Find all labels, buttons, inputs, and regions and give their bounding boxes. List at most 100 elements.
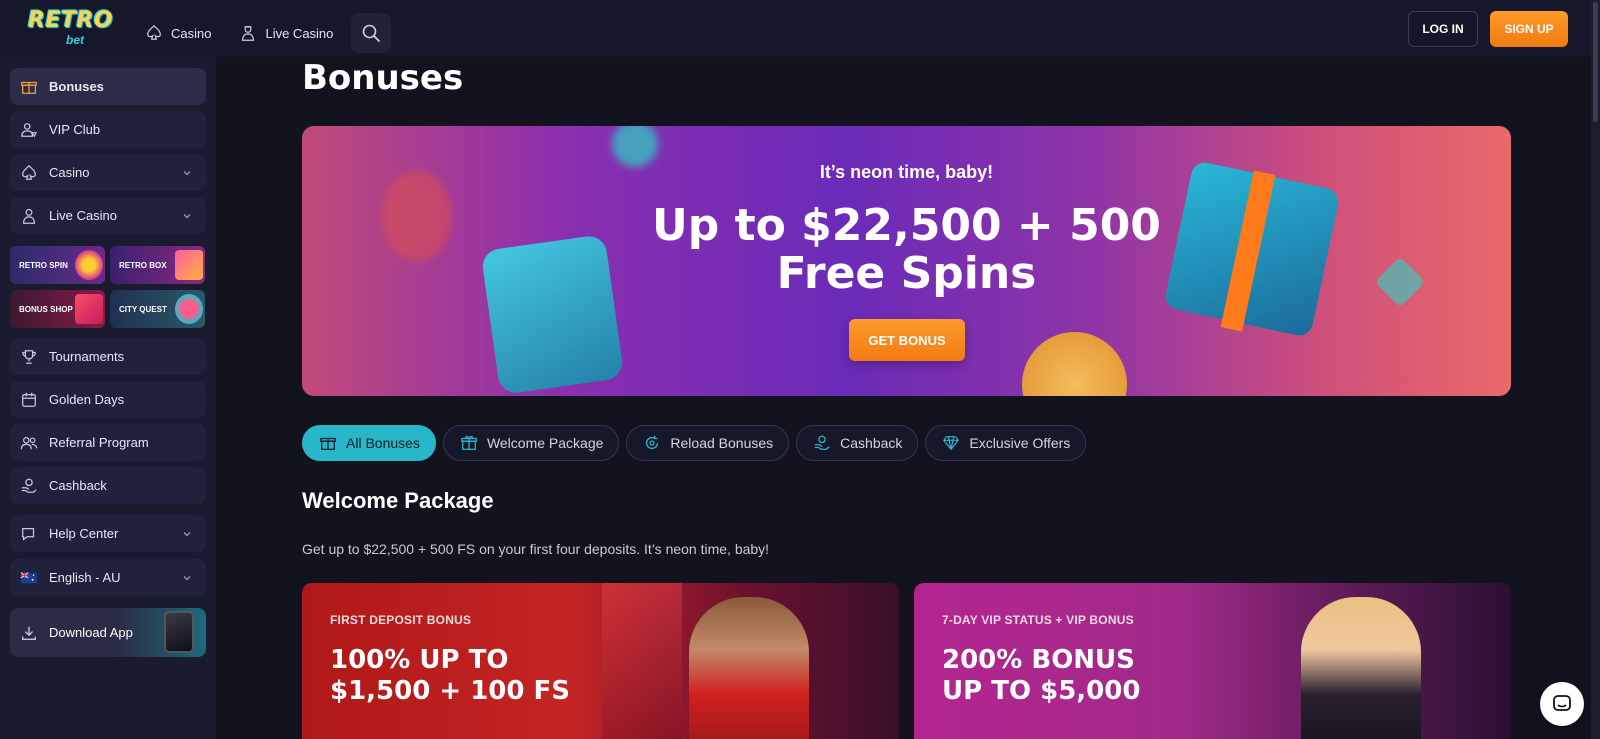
character-image xyxy=(1301,597,1421,739)
nav-casino-label: Casino xyxy=(171,25,212,41)
cashback-icon xyxy=(814,435,830,450)
filter-label: Welcome Package xyxy=(486,435,604,451)
section-description: Get up to $22,500 + 500 FS on your first… xyxy=(302,541,770,557)
gift-icon xyxy=(21,81,37,94)
sidebar: Bonuses VIP Club Casino Live Casino RETR… xyxy=(0,57,216,739)
filter-welcome-package[interactable]: Welcome Package xyxy=(442,425,620,461)
language-selector[interactable]: English - AU xyxy=(10,559,206,596)
trophy-icon xyxy=(22,349,36,364)
tile-label: RETRO SPIN xyxy=(19,260,68,270)
tile-retro-box[interactable]: RETRO BOX xyxy=(110,246,205,284)
filter-label: All Bonuses xyxy=(346,435,420,451)
help-icon xyxy=(22,527,35,541)
sidebar-item-label: Help Center xyxy=(49,526,119,541)
sidebar-item-label: Live Casino xyxy=(49,208,117,223)
city-background xyxy=(602,583,682,739)
filter-label: Exclusive Offers xyxy=(969,435,1071,451)
get-bonus-button[interactable]: GET BONUS xyxy=(849,319,965,361)
card-kicker: 7-DAY VIP STATUS + VIP BONUS xyxy=(942,613,1134,627)
diamond-icon xyxy=(943,436,960,451)
language-label: English - AU xyxy=(49,570,121,585)
sidebar-item-label: Tournaments xyxy=(49,349,125,364)
hero-title: Up to $22,500 + 500 Free Spins xyxy=(302,202,1511,298)
coin-icon xyxy=(1022,332,1127,396)
tile-label: BONUS SHOP xyxy=(19,304,73,314)
sidebar-item-vip-club[interactable]: VIP Club xyxy=(10,111,206,148)
tile-city-quest[interactable]: CITY QUEST xyxy=(110,290,205,328)
bonus-card-first-deposit[interactable]: FIRST DEPOSIT BONUS 100% UP TO $1,500 + … xyxy=(302,583,899,739)
nav-live-casino[interactable]: Live Casino xyxy=(239,18,333,48)
sidebar-item-casino[interactable]: Casino xyxy=(10,154,206,191)
tile-label: RETRO BOX xyxy=(119,260,167,270)
nav-live-casino-label: Live Casino xyxy=(265,25,334,41)
card-kicker: FIRST DEPOSIT BONUS xyxy=(330,613,472,627)
live-chat-button[interactable] xyxy=(1540,682,1584,726)
gift-box-icon xyxy=(461,435,477,450)
sidebar-item-label: Golden Days xyxy=(49,392,125,407)
scrollbar-thumb[interactable] xyxy=(1593,2,1598,122)
gift-icon xyxy=(320,437,336,450)
section-title: Welcome Package xyxy=(302,488,494,513)
sidebar-item-label: Cashback xyxy=(49,478,107,493)
spade-icon xyxy=(147,24,161,40)
search-icon xyxy=(363,24,381,42)
sidebar-item-label: Casino xyxy=(49,165,90,180)
top-bar: RETRO bet Casino Live Casino LOG IN SIGN… xyxy=(0,0,1600,57)
card-headline: 100% UP TO $1,500 + 100 FS xyxy=(330,645,570,707)
card-headline-line1: 200% BONUS xyxy=(942,645,1135,675)
card-headline-line2: $1,500 + 100 FS xyxy=(330,676,571,706)
sidebar-item-help-center[interactable]: Help Center xyxy=(10,515,206,552)
tile-bonus-shop[interactable]: BONUS SHOP xyxy=(10,290,105,328)
sidebar-item-label: VIP Club xyxy=(49,122,101,137)
sidebar-item-bonuses[interactable]: Bonuses xyxy=(10,68,206,105)
filter-cashback[interactable]: Cashback xyxy=(796,425,919,461)
sidebar-item-label: Bonuses xyxy=(49,79,104,94)
calendar-icon xyxy=(22,392,36,407)
filter-exclusive-offers[interactable]: Exclusive Offers xyxy=(925,425,1087,461)
tile-retro-spin[interactable]: RETRO SPIN xyxy=(10,246,105,284)
sidebar-item-golden-days[interactable]: Golden Days xyxy=(10,381,206,418)
shopping-bag-icon xyxy=(75,294,103,324)
sidebar-item-tournaments[interactable]: Tournaments xyxy=(10,338,206,375)
hero-subtitle: It’s neon time, baby! xyxy=(819,162,994,182)
filter-all-bonuses[interactable]: All Bonuses xyxy=(302,425,436,461)
australia-flag-icon xyxy=(20,571,38,583)
dealer-icon xyxy=(22,208,36,224)
page-title: Bonuses xyxy=(302,58,464,98)
sidebar-item-cashback[interactable]: Cashback xyxy=(10,467,206,504)
spade-icon xyxy=(22,164,36,180)
hero-banner: It’s neon time, baby! Up to $22,500 + 50… xyxy=(302,126,1511,396)
nav-casino[interactable]: Casino xyxy=(145,18,211,48)
bonus-card-vip[interactable]: 7-DAY VIP STATUS + VIP BONUS 200% BONUS … xyxy=(914,583,1511,739)
map-pin-icon xyxy=(175,294,203,324)
download-app-label: Download App xyxy=(49,625,133,640)
hero-title-line1: Up to $22,500 + 500 xyxy=(652,200,1161,251)
filter-label: Reload Bonuses xyxy=(670,435,774,451)
bonus-filters: All Bonuses Welcome Package Reload Bonus… xyxy=(302,425,1087,461)
character-image xyxy=(689,597,809,739)
filter-label: Cashback xyxy=(840,435,903,451)
logo-text-top: RETRO xyxy=(28,8,114,33)
signup-button[interactable]: SIGN UP xyxy=(1490,11,1568,47)
cashback-icon xyxy=(21,478,37,493)
gift-box-icon xyxy=(175,250,203,280)
download-icon xyxy=(22,626,36,640)
card-headline-line1: 100% UP TO xyxy=(330,645,509,675)
download-app-button[interactable]: Download App xyxy=(10,608,206,657)
sidebar-item-referral-program[interactable]: Referral Program xyxy=(10,424,206,461)
vip-icon xyxy=(21,122,38,138)
chevron-down-icon xyxy=(183,575,191,580)
card-headline-line2: UP TO $5,000 xyxy=(942,676,1141,706)
chat-icon xyxy=(1553,695,1571,711)
logo-text-bottom: bet xyxy=(66,33,84,47)
sidebar-item-live-casino[interactable]: Live Casino xyxy=(10,197,206,234)
chevron-down-icon xyxy=(183,213,191,218)
hero-title-line2: Free Spins xyxy=(776,248,1037,299)
retrobet-logo[interactable]: RETRO bet xyxy=(28,8,114,50)
users-icon xyxy=(20,436,38,449)
search-button[interactable] xyxy=(351,13,392,53)
login-button[interactable]: LOG IN xyxy=(1408,11,1478,47)
filter-reload-bonuses[interactable]: Reload Bonuses xyxy=(626,425,790,461)
card-headline: 200% BONUS UP TO $5,000 xyxy=(942,645,1140,707)
sidebar-item-label: Referral Program xyxy=(49,435,149,450)
